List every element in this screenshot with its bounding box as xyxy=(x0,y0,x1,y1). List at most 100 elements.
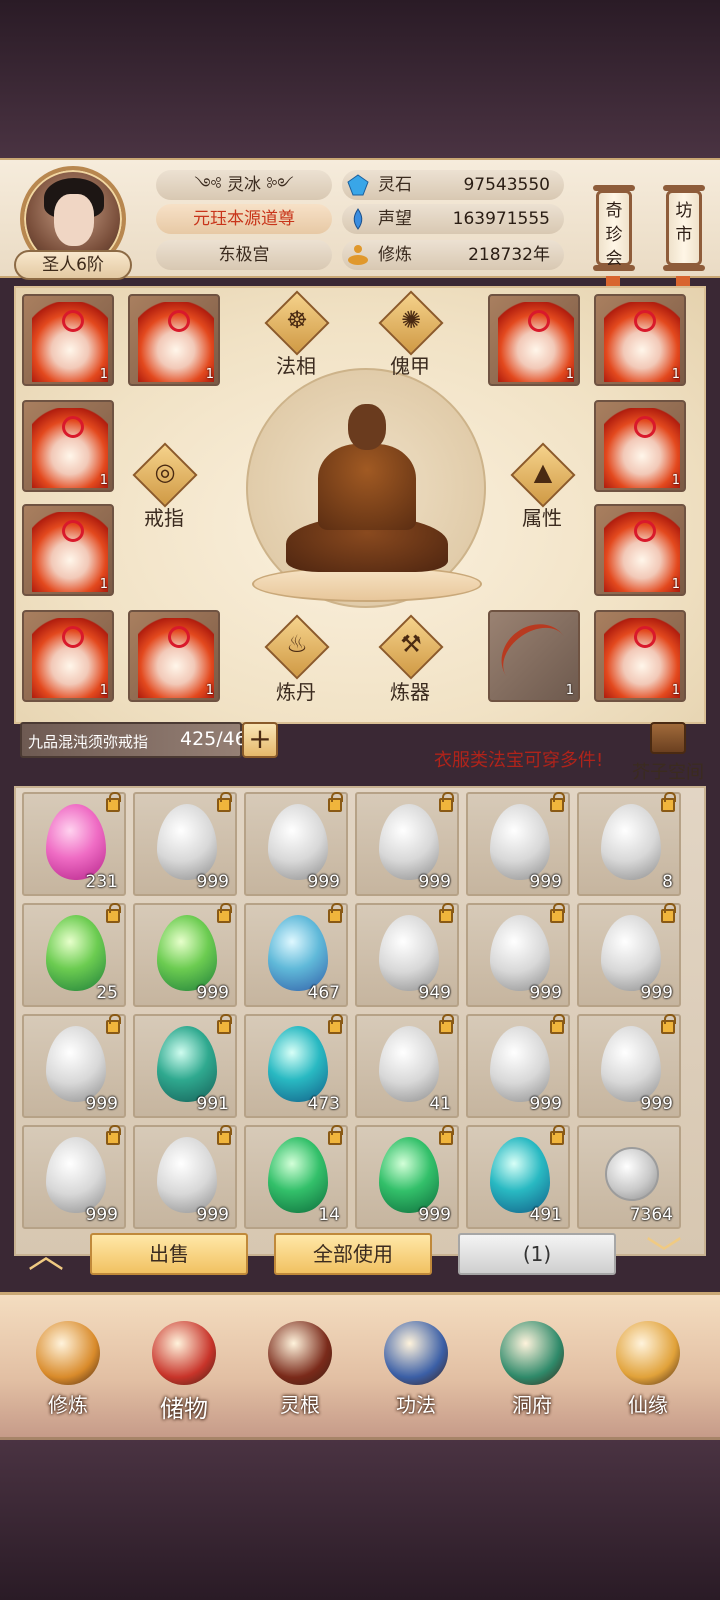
beast-egg-icon xyxy=(490,1137,550,1213)
equip-slot[interactable]: 1 xyxy=(488,610,580,702)
inventory-slot[interactable]: 999 xyxy=(466,903,570,1007)
equip-slot[interactable]: 1 xyxy=(594,400,686,492)
item-quantity: 999 xyxy=(85,1094,118,1114)
use-all-button[interactable]: 全部使用 xyxy=(274,1233,432,1275)
cave-dwelling-icon xyxy=(500,1321,564,1385)
lock-icon xyxy=(328,1125,343,1145)
equip-slot[interactable]: 1 xyxy=(488,294,580,386)
inventory-slot[interactable]: 999 xyxy=(466,792,570,896)
equip-slot[interactable]: 1 xyxy=(22,504,114,596)
lock-icon xyxy=(550,1125,565,1145)
beast-egg-icon xyxy=(379,1026,439,1102)
inventory-slot[interactable]: 8 xyxy=(577,792,681,896)
stat-spirit-stone: 灵石 97543550 xyxy=(342,170,564,200)
mustard-space-button[interactable]: 芥子空间 xyxy=(630,722,704,783)
shuxing-tab[interactable]: ▲ xyxy=(510,442,576,508)
item-quantity: 999 xyxy=(640,1094,673,1114)
item-quantity: 999 xyxy=(196,872,229,892)
inventory-slot[interactable]: 999 xyxy=(466,1014,570,1118)
inventory-slot[interactable]: 999 xyxy=(577,903,681,1007)
equip-slot[interactable]: 1 xyxy=(594,294,686,386)
inventory-slot[interactable]: 999 xyxy=(133,903,237,1007)
inventory-slot[interactable]: 999 xyxy=(22,1125,126,1229)
jiezhi-label: 戒指 xyxy=(144,506,184,530)
nav-item-5[interactable]: 洞府 xyxy=(482,1311,582,1431)
inventory-slot[interactable]: 491 xyxy=(466,1125,570,1229)
lock-icon xyxy=(106,792,121,812)
bottom-background xyxy=(0,1440,720,1600)
beast-egg-icon xyxy=(157,804,217,880)
equip-slot[interactable]: 1 xyxy=(594,610,686,702)
slot-count: 1 xyxy=(99,367,108,382)
item-quantity: 999 xyxy=(196,1205,229,1225)
inventory-slot[interactable]: 467 xyxy=(244,903,348,1007)
player-name[interactable]: ༺ 灵冰 ༻ xyxy=(156,170,332,200)
nav-item-3[interactable]: 灵根 xyxy=(250,1311,350,1431)
bottom-navigation: 修炼 储物 灵根 功法 洞府 仙缘 xyxy=(0,1292,720,1440)
equip-slot[interactable]: 1 xyxy=(594,504,686,596)
nav-item-2[interactable]: 储物 xyxy=(134,1311,234,1431)
beast-egg-icon xyxy=(157,1026,217,1102)
inventory-slot[interactable]: 25 xyxy=(22,903,126,1007)
inventory-slot[interactable]: 999 xyxy=(577,1014,681,1118)
quantity-field[interactable]: (1) xyxy=(458,1233,616,1275)
inventory-slot[interactable]: 999 xyxy=(355,1125,459,1229)
lock-icon xyxy=(217,1014,232,1034)
stat-label: 声望 xyxy=(378,209,412,229)
kuijia-tab[interactable]: ✺ xyxy=(378,290,444,356)
item-quantity: 999 xyxy=(85,1205,118,1225)
item-quantity: 999 xyxy=(529,872,562,892)
lock-icon xyxy=(550,1014,565,1034)
robe-item-icon xyxy=(604,618,680,698)
expand-capacity-button[interactable]: + xyxy=(242,722,278,758)
inventory-slot[interactable]: 999 xyxy=(355,792,459,896)
inventory-slot[interactable]: 999 xyxy=(22,1014,126,1118)
nav-item-1[interactable]: 修炼 xyxy=(18,1311,118,1431)
sell-button[interactable]: 出售 xyxy=(90,1233,248,1275)
liandan-tab[interactable]: ♨ xyxy=(264,614,330,680)
inventory-slot[interactable]: 41 xyxy=(355,1014,459,1118)
inventory-slot[interactable]: 7364 xyxy=(577,1125,681,1229)
slot-count: 1 xyxy=(99,683,108,698)
page-up-icon[interactable]: ︿ xyxy=(18,1236,74,1276)
equip-slot[interactable]: 1 xyxy=(22,610,114,702)
inventory-slot[interactable]: 999 xyxy=(133,1125,237,1229)
item-quantity: 949 xyxy=(418,983,451,1003)
inventory-slot[interactable]: 14 xyxy=(244,1125,348,1229)
spirit-root-icon xyxy=(268,1321,332,1385)
jiezhi-tab[interactable]: ◎ xyxy=(132,442,198,508)
equip-slot[interactable]: 1 xyxy=(22,400,114,492)
equip-slot[interactable]: 1 xyxy=(128,294,220,386)
cultivation-icon xyxy=(348,245,368,265)
beast-egg-icon xyxy=(268,915,328,991)
mustard-space-label: 芥子空间 xyxy=(632,762,704,783)
nav-item-6[interactable]: 仙缘 xyxy=(598,1311,698,1431)
inventory-slot[interactable]: 991 xyxy=(133,1014,237,1118)
figure-body xyxy=(318,444,416,530)
nav-item-4[interactable]: 功法 xyxy=(366,1311,466,1431)
market-button[interactable]: 坊市 xyxy=(663,185,705,271)
lock-icon xyxy=(328,903,343,923)
page-down-icon[interactable]: ﹀ xyxy=(636,1236,692,1276)
lock-icon xyxy=(217,1125,232,1145)
anvil-icon: ⚒ xyxy=(400,630,422,658)
robe-item-icon xyxy=(604,302,680,382)
slot-count: 1 xyxy=(671,683,680,698)
inventory-slot[interactable]: 999 xyxy=(244,792,348,896)
equip-slot[interactable]: 1 xyxy=(22,294,114,386)
faxiang-tab[interactable]: ☸ xyxy=(264,290,330,356)
equip-slot[interactable]: 1 xyxy=(128,610,220,702)
inventory-slot[interactable]: 473 xyxy=(244,1014,348,1118)
lianqi-tab[interactable]: ⚒ xyxy=(378,614,444,680)
stat-value: 97543550 xyxy=(463,175,550,195)
beast-egg-icon xyxy=(46,915,106,991)
player-sect[interactable]: 东极宫 xyxy=(156,240,332,270)
nav-label: 灵根 xyxy=(280,1393,320,1417)
player-title[interactable]: 元珏本源道尊 xyxy=(156,204,332,234)
inventory-slot[interactable]: 949 xyxy=(355,903,459,1007)
robe-item-icon xyxy=(32,408,108,488)
rare-treasure-button[interactable]: 奇珍会 xyxy=(593,185,635,271)
beast-egg-icon xyxy=(268,1026,328,1102)
inventory-slot[interactable]: 231 xyxy=(22,792,126,896)
inventory-slot[interactable]: 999 xyxy=(133,792,237,896)
